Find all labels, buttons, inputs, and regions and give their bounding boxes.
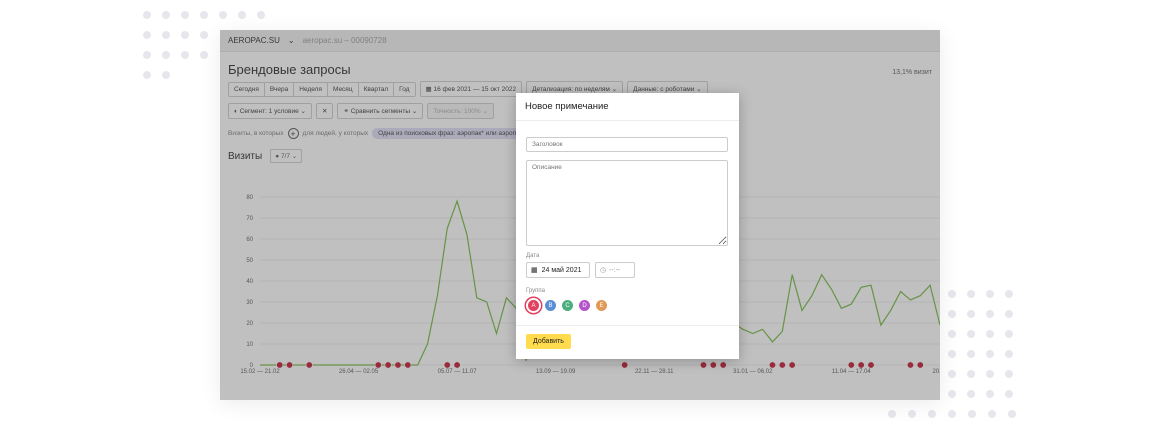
group-option-b[interactable]: B bbox=[543, 298, 558, 313]
decor-dot bbox=[162, 31, 170, 39]
decor-dot bbox=[1005, 330, 1013, 338]
new-note-dialog: Новое примечание Дата ▦ 24 май 2021 ◷ --… bbox=[516, 93, 739, 359]
decor-dot bbox=[257, 11, 265, 19]
decor-dot bbox=[986, 390, 994, 398]
decor-dot bbox=[143, 11, 151, 19]
decor-dot bbox=[948, 310, 956, 318]
decor-dot bbox=[928, 410, 936, 418]
decor-dot bbox=[967, 330, 975, 338]
decor-dot bbox=[1005, 350, 1013, 358]
decor-dot bbox=[181, 11, 189, 19]
decor-dot bbox=[967, 370, 975, 378]
note-description-input[interactable] bbox=[526, 160, 728, 246]
group-label: Группа bbox=[526, 288, 546, 294]
decor-dot bbox=[162, 11, 170, 19]
decor-dot bbox=[143, 71, 151, 79]
decor-dot bbox=[238, 11, 246, 19]
clock-icon: ◷ bbox=[600, 267, 607, 274]
decor-dot bbox=[1005, 310, 1013, 318]
decor-dot bbox=[143, 31, 151, 39]
decor-dot bbox=[986, 290, 994, 298]
group-option-c[interactable]: C bbox=[560, 298, 575, 313]
decor-dot bbox=[967, 350, 975, 358]
decor-dot bbox=[967, 290, 975, 298]
add-note-button[interactable]: Добавить bbox=[526, 334, 571, 349]
decor-dot bbox=[948, 410, 956, 418]
decor-dot bbox=[162, 51, 170, 59]
note-title-input[interactable] bbox=[526, 137, 728, 152]
decor-dot bbox=[1005, 390, 1013, 398]
decor-dot bbox=[968, 410, 976, 418]
decor-dots-bottom-right bbox=[948, 290, 1013, 398]
decor-dot bbox=[986, 310, 994, 318]
dialog-title: Новое примечание bbox=[516, 93, 739, 121]
decor-dot bbox=[988, 410, 996, 418]
decor-dot bbox=[1005, 370, 1013, 378]
group-option-a[interactable]: A bbox=[526, 298, 541, 313]
decor-dot bbox=[1008, 410, 1016, 418]
decor-dot bbox=[143, 51, 151, 59]
decor-dot bbox=[986, 370, 994, 378]
decor-dot bbox=[967, 390, 975, 398]
dialog-footer-divider bbox=[516, 325, 739, 326]
group-option-d[interactable]: D bbox=[577, 298, 592, 313]
decor-dot bbox=[948, 390, 956, 398]
decor-dot bbox=[967, 310, 975, 318]
decor-dot bbox=[181, 31, 189, 39]
calendar-icon: ▦ bbox=[531, 267, 538, 274]
decor-dot bbox=[181, 51, 189, 59]
decor-dot bbox=[948, 330, 956, 338]
decor-dot bbox=[888, 410, 896, 418]
group-option-e[interactable]: E bbox=[594, 298, 609, 313]
decor-dot bbox=[908, 410, 916, 418]
decor-dot bbox=[219, 11, 227, 19]
group-selector: ABCDE bbox=[526, 298, 609, 313]
note-date-picker[interactable]: ▦ 24 май 2021 bbox=[526, 262, 590, 278]
decor-dot bbox=[948, 350, 956, 358]
decor-dot bbox=[986, 350, 994, 358]
decor-dot bbox=[1005, 290, 1013, 298]
decor-dot bbox=[200, 11, 208, 19]
decor-dot bbox=[986, 330, 994, 338]
note-time-input[interactable]: ◷ --:-- bbox=[595, 262, 635, 278]
decor-dot bbox=[200, 51, 208, 59]
decor-dot bbox=[200, 31, 208, 39]
decor-dots-bottom-row bbox=[888, 410, 1016, 418]
decor-dot bbox=[162, 71, 170, 79]
date-label: Дата bbox=[526, 253, 540, 259]
decor-dot bbox=[948, 290, 956, 298]
decor-dot bbox=[948, 370, 956, 378]
